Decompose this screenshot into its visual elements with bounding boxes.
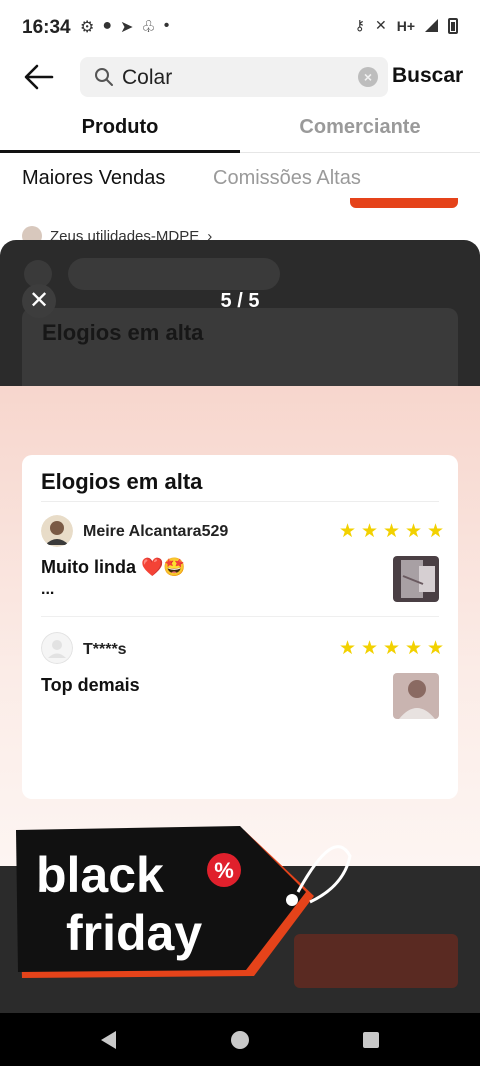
star-icon: ★	[361, 521, 379, 542]
dot-icon: •	[163, 17, 170, 34]
star-icon: ★	[405, 638, 423, 659]
status-time: 16:34	[22, 17, 71, 38]
ghost-title: Elogios em alta	[42, 320, 204, 345]
network-icon: ♧	[141, 19, 156, 36]
mute-icon: ✕	[374, 17, 387, 33]
tab-comerciante[interactable]: Comerciante	[240, 116, 480, 139]
rating-stars: ★ ★ ★ ★ ★	[339, 521, 445, 542]
reviews-title: Elogios em alta	[41, 469, 203, 494]
search-icon	[95, 68, 113, 86]
status-right-icons: ⚷ ✕ H+	[355, 17, 458, 34]
back-arrow-icon[interactable]	[22, 60, 56, 94]
black-friday-sticker[interactable]: % black friday	[14, 826, 354, 986]
title-divider	[41, 501, 439, 502]
star-icon: ★	[383, 638, 401, 659]
key-icon: ⚷	[354, 17, 365, 33]
star-icon: ★	[361, 638, 379, 659]
search-query: Colar	[122, 66, 173, 89]
star-icon: ★	[339, 638, 357, 659]
sticker-line1: black	[36, 847, 164, 903]
reviewer-name: Meire Alcantara529	[83, 523, 229, 540]
ghost-pill	[68, 258, 280, 290]
star-icon: ★	[383, 521, 401, 542]
battery-icon	[448, 17, 458, 34]
review-divider	[41, 616, 439, 617]
sort-tab-comissoes-altas[interactable]: Comissões Altas	[213, 167, 361, 190]
review-photo	[393, 673, 439, 719]
slide-image: Elogios em alta Meire Alcantara529 ★ ★ ★…	[0, 386, 480, 866]
star-icon: ★	[427, 521, 445, 542]
sticker-badge: %	[214, 858, 234, 883]
clear-icon[interactable]: ×	[358, 67, 378, 87]
sticker-line2: friday	[66, 905, 202, 961]
chat-icon: ●	[102, 17, 113, 34]
slide-counter: 5 / 5	[220, 290, 260, 312]
active-tab-indicator	[0, 150, 240, 153]
telegram-icon: ➤	[120, 19, 134, 36]
nav-recents-icon[interactable]	[363, 1032, 379, 1048]
status-left-icons: ⚙ ● ➤ ♧ •	[80, 17, 169, 37]
status-bar: 16:34 ⚙ ● ➤ ♧ • ⚷ ✕ H+	[0, 0, 480, 56]
nav-home-icon[interactable]	[231, 1031, 249, 1049]
avatar	[41, 515, 73, 547]
review-text: Muito linda ❤️🤩	[41, 557, 186, 577]
star-icon: ★	[405, 521, 423, 542]
review-photo	[393, 556, 439, 602]
background-button-edge	[350, 198, 458, 208]
reviewer-name: T****s	[83, 641, 127, 658]
sort-tab-maiores-vendas[interactable]: Maiores Vendas	[22, 167, 165, 190]
tab-produto[interactable]: Produto	[0, 116, 240, 139]
nav-back-icon[interactable]	[101, 1031, 116, 1049]
network-label: H+	[396, 17, 415, 34]
system-nav-bar	[0, 1013, 480, 1066]
settings-icon: ⚙	[80, 19, 95, 36]
star-icon: ★	[339, 521, 357, 542]
avatar	[41, 632, 73, 664]
star-icon: ★	[427, 638, 445, 659]
review-text: Top demais	[41, 675, 140, 695]
reviews-card: Elogios em alta Meire Alcantara529 ★ ★ ★…	[22, 455, 458, 799]
search-button[interactable]: Buscar	[392, 64, 463, 88]
rating-stars: ★ ★ ★ ★ ★	[339, 638, 445, 659]
search-input[interactable]: Colar ×	[80, 57, 388, 97]
review-more: ...	[41, 581, 55, 598]
signal-icon	[425, 19, 438, 32]
